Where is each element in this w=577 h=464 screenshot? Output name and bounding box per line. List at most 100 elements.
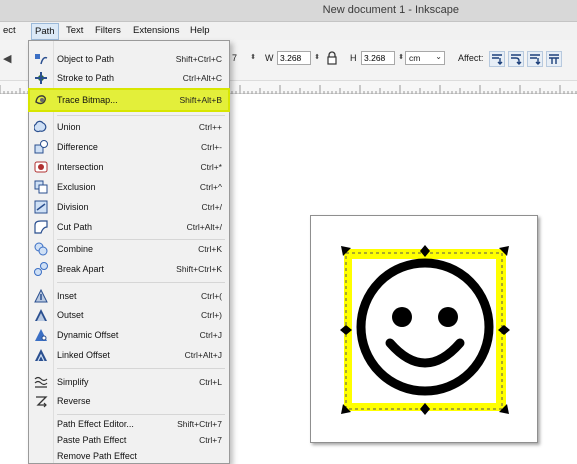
menu-item-exclusion[interactable]: Exclusion Ctrl+^ bbox=[30, 177, 228, 197]
menu-item-label: Paste Path Effect bbox=[57, 435, 127, 445]
inset-icon bbox=[34, 289, 48, 303]
menu-item-trace-bitmap[interactable]: Trace Bitmap... Shift+Alt+B bbox=[28, 88, 230, 112]
menu-item-linked-offset[interactable]: Linked Offset Ctrl+Alt+J bbox=[30, 345, 228, 365]
scale-corners-icon bbox=[511, 54, 522, 65]
menu-item-shortcut: Ctrl+* bbox=[200, 162, 223, 172]
menu-item-shortcut: Ctrl+Alt+/ bbox=[186, 222, 222, 232]
w-spin-arrows-icon[interactable]: ⬍ bbox=[313, 51, 321, 65]
break-apart-icon bbox=[34, 262, 48, 276]
trace-bitmap-icon bbox=[35, 95, 46, 105]
unit-value: cm bbox=[409, 53, 421, 63]
arrow-left-icon[interactable]: ◀ bbox=[3, 52, 11, 65]
menu-item-dynamic-offset[interactable]: Dynamic Offset Ctrl+J bbox=[30, 325, 228, 345]
menu-item-label: Break Apart bbox=[57, 264, 105, 274]
menu-item-label: Object to Path bbox=[57, 54, 115, 64]
menu-item-intersection[interactable]: Intersection Ctrl+* bbox=[30, 157, 228, 177]
window-title: New document 1 - Inkscape bbox=[322, 4, 459, 16]
menu-item-division[interactable]: Division Ctrl+/ bbox=[30, 197, 228, 217]
menu-path[interactable]: Path bbox=[31, 23, 59, 40]
h-label: H bbox=[350, 53, 357, 63]
menu-item-stroke-to-path[interactable]: Stroke to Path Ctrl+Alt+C bbox=[30, 68, 228, 88]
unit-select[interactable]: cm ⌄ bbox=[405, 51, 445, 65]
menu-item-label: Reverse bbox=[57, 396, 91, 406]
menu-item-label: Difference bbox=[57, 142, 98, 152]
menu-item-label: Stroke to Path bbox=[57, 73, 115, 83]
stroke-to-path-icon bbox=[35, 72, 47, 84]
affect-gradients-button[interactable] bbox=[527, 51, 543, 67]
menu-item-outset[interactable]: Outset Ctrl+) bbox=[30, 305, 228, 325]
menu-item-label: Cut Path bbox=[57, 222, 93, 232]
h-spin-arrows-icon[interactable]: ⬍ bbox=[397, 51, 405, 65]
menu-extensions[interactable]: Extensions bbox=[133, 25, 179, 36]
menu-item-shortcut: Ctrl+J bbox=[199, 330, 222, 340]
menu-item-simplify[interactable]: Simplify Ctrl+L bbox=[30, 372, 228, 392]
width-field[interactable] bbox=[277, 51, 311, 65]
dynamic-offset-icon bbox=[35, 329, 47, 341]
menu-separator bbox=[57, 282, 225, 283]
menu-item-label: Path Effect Editor... bbox=[57, 419, 134, 429]
affect-label: Affect: bbox=[458, 53, 484, 63]
move-gradients-icon bbox=[530, 54, 541, 65]
menu-item-break-apart[interactable]: Break Apart Shift+Ctrl+K bbox=[30, 259, 228, 279]
x-spin-arrows-icon[interactable]: ⬍ bbox=[249, 51, 257, 65]
menu-item-shortcut: Ctrl++ bbox=[198, 122, 222, 132]
menu-item-combine[interactable]: Combine Ctrl+K bbox=[30, 239, 228, 259]
menu-item-label: Union bbox=[57, 122, 81, 132]
menu-item-label: Exclusion bbox=[57, 182, 96, 192]
lock-icon[interactable] bbox=[326, 51, 338, 65]
menu-item-label: Remove Path Effect bbox=[57, 451, 137, 461]
menu-item-shortcut: Ctrl+K bbox=[198, 244, 222, 254]
menu-item-shortcut: Ctrl+^ bbox=[199, 182, 222, 192]
menu-edit[interactable]: ect bbox=[3, 25, 16, 36]
affect-rounded-corners-button[interactable] bbox=[508, 51, 524, 67]
outset-icon bbox=[35, 309, 47, 321]
menu-item-paste-path-effect[interactable]: Paste Path Effect Ctrl+7 bbox=[30, 432, 228, 448]
smiley-right-eye bbox=[438, 307, 458, 327]
combine-icon bbox=[34, 242, 48, 256]
exclusion-icon bbox=[34, 180, 48, 194]
menu-item-shortcut: Ctrl+Alt+C bbox=[182, 73, 222, 83]
w-label: W bbox=[265, 53, 274, 63]
menu-separator bbox=[57, 414, 225, 415]
division-icon bbox=[34, 200, 48, 214]
object-to-path-icon bbox=[35, 54, 48, 65]
menu-item-shortcut: Shift+Ctrl+C bbox=[175, 54, 222, 64]
menu-item-path-effect-editor[interactable]: Path Effect Editor... Shift+Ctrl+7 bbox=[30, 416, 228, 432]
union-icon bbox=[34, 120, 47, 133]
menu-item-difference[interactable]: Difference Ctrl+- bbox=[30, 137, 228, 157]
selected-smiley-object[interactable] bbox=[338, 243, 512, 417]
smiley-left-eye bbox=[392, 307, 412, 327]
menu-item-object-to-path[interactable]: Object to Path Shift+Ctrl+C bbox=[30, 49, 228, 69]
height-field[interactable] bbox=[361, 51, 395, 65]
menu-text[interactable]: Text bbox=[66, 25, 83, 36]
menu-item-label: Trace Bitmap... bbox=[57, 95, 118, 105]
menu-help[interactable]: Help bbox=[190, 25, 210, 36]
menu-separator bbox=[57, 368, 225, 369]
affect-stroke-width-button[interactable] bbox=[489, 51, 505, 67]
title-bar: New document 1 - Inkscape bbox=[0, 0, 577, 22]
menu-filters[interactable]: Filters bbox=[95, 25, 121, 36]
menu-item-shortcut: Shift+Alt+B bbox=[179, 95, 222, 105]
menu-item-inset[interactable]: Inset Ctrl+( bbox=[30, 286, 228, 306]
menu-item-label: Outset bbox=[57, 310, 84, 320]
menu-item-label: Linked Offset bbox=[57, 350, 110, 360]
affect-patterns-button[interactable] bbox=[546, 51, 562, 67]
intersection-icon bbox=[34, 161, 48, 173]
menu-item-union[interactable]: Union Ctrl++ bbox=[30, 117, 228, 137]
menu-separator bbox=[57, 115, 225, 116]
menu-item-label: Division bbox=[57, 202, 89, 212]
menu-item-label: Simplify bbox=[57, 377, 89, 387]
menu-item-label: Combine bbox=[57, 244, 94, 254]
cut-path-icon bbox=[34, 220, 48, 234]
menu-item-reverse[interactable]: Reverse bbox=[30, 391, 228, 411]
menu-item-remove-path-effect[interactable]: Remove Path Effect bbox=[30, 448, 228, 464]
menu-item-label: Inset bbox=[57, 291, 77, 301]
menu-item-label: Intersection bbox=[57, 162, 104, 172]
menu-item-cut-path[interactable]: Cut Path Ctrl+Alt+/ bbox=[30, 217, 228, 237]
inkscape-window: New document 1 - Inkscape ect Path Text … bbox=[0, 0, 577, 464]
reverse-icon bbox=[36, 396, 48, 408]
difference-icon bbox=[34, 140, 48, 154]
x-field-partial[interactable]: 7 bbox=[232, 53, 237, 63]
menu-bar: ect Path Text Filters Extensions Help bbox=[0, 22, 577, 40]
path-menu-dropdown: Object to Path Shift+Ctrl+C Stroke to Pa… bbox=[28, 40, 230, 464]
